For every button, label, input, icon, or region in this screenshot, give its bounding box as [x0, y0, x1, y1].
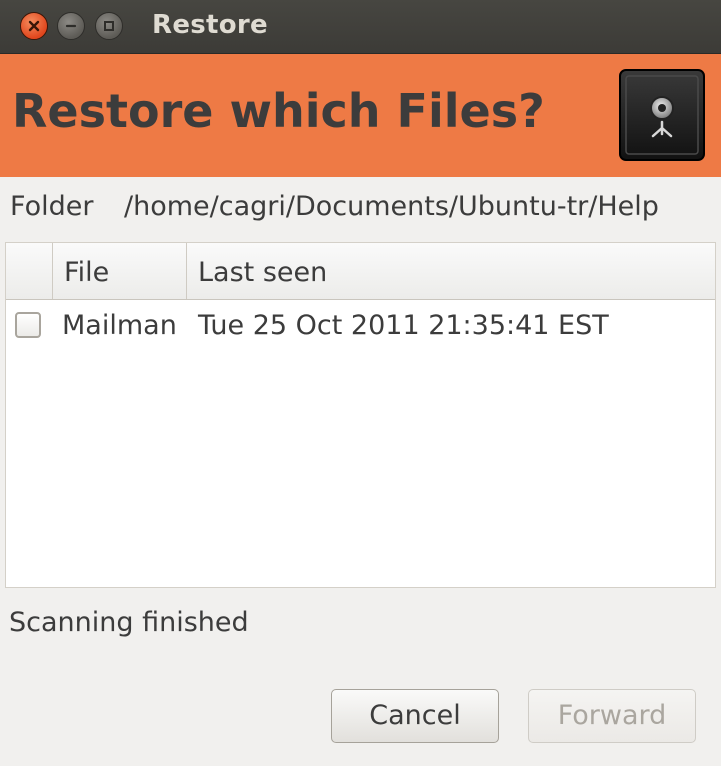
forward-button[interactable]: Forward — [528, 689, 696, 743]
column-header-select[interactable] — [6, 243, 53, 299]
column-header-last-seen-label: Last seen — [198, 257, 328, 288]
last-seen-cell: Tue 25 Oct 2011 21:35:41 EST — [198, 310, 609, 341]
maximize-icon[interactable] — [95, 12, 123, 40]
minimize-icon[interactable] — [57, 12, 85, 40]
restore-checkbox[interactable] — [15, 312, 41, 338]
window-title: Restore — [152, 10, 268, 40]
title-bar: Restore — [0, 0, 721, 54]
page-title: Restore which Files? — [12, 84, 545, 138]
cancel-button[interactable]: Cancel — [331, 689, 499, 743]
column-header-file[interactable]: File — [53, 243, 187, 299]
close-icon[interactable] — [20, 12, 48, 40]
safe-icon — [616, 66, 708, 168]
table-row[interactable]: Mailman Tue 25 Oct 2011 21:35:41 EST — [6, 300, 715, 354]
status-text: Scanning finished — [9, 607, 249, 638]
folder-label: Folder — [10, 191, 94, 222]
table-header: File Last seen — [6, 243, 715, 300]
file-name-cell: Mailman — [62, 310, 177, 341]
folder-path: /home/cagri/Documents/Ubuntu-tr/Help — [124, 191, 659, 222]
column-header-last-seen[interactable]: Last seen — [187, 243, 715, 299]
file-table: File Last seen Mailman Tue 25 Oct 2011 2… — [5, 242, 716, 588]
column-header-file-label: File — [64, 257, 110, 288]
header-banner: Restore which Files? — [0, 54, 721, 177]
